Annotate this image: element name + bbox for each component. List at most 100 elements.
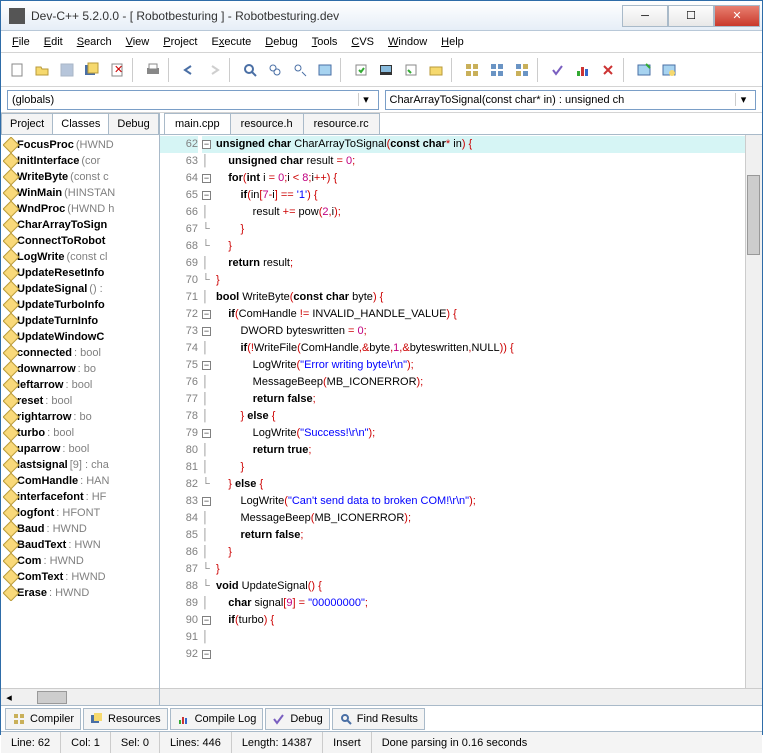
class-item[interactable]: ComText : HWND xyxy=(3,569,157,585)
menu-tools[interactable]: Tools xyxy=(305,33,345,51)
class-item[interactable]: BaudText : HWN xyxy=(3,537,157,553)
class-item[interactable]: turbo : bool xyxy=(3,425,157,441)
class-item[interactable]: reset : bool xyxy=(3,393,157,409)
h-scrollbar[interactable]: ◂ xyxy=(1,688,159,705)
menu-project[interactable]: Project xyxy=(156,33,204,51)
rebuild-icon[interactable] xyxy=(424,58,448,82)
save-all-icon[interactable] xyxy=(80,58,104,82)
menu-view[interactable]: View xyxy=(119,33,157,51)
window-title: Dev-C++ 5.2.0.0 - [ Robotbesturing ] - R… xyxy=(31,9,622,23)
status-lines: Lines: 446 xyxy=(160,732,232,753)
scope-value: (globals) xyxy=(12,94,54,106)
find-next-icon[interactable] xyxy=(288,58,312,82)
class-item[interactable]: Baud : HWND xyxy=(3,521,157,537)
class-item[interactable]: FocusProc (HWND xyxy=(3,137,157,153)
close-button[interactable]: ✕ xyxy=(714,5,760,27)
class-item[interactable]: ComHandle : HAN xyxy=(3,473,157,489)
class-item[interactable]: ConnectToRobot xyxy=(3,233,157,249)
class-item[interactable]: UpdateSignal () : xyxy=(3,281,157,297)
profile-icon[interactable] xyxy=(571,58,595,82)
bottom-tab-find-results[interactable]: Find Results xyxy=(332,708,425,730)
left-tab-classes[interactable]: Classes xyxy=(52,113,109,134)
grid2-icon[interactable] xyxy=(485,58,509,82)
menu-window[interactable]: Window xyxy=(381,33,434,51)
class-item[interactable]: WndProc (HWND h xyxy=(3,201,157,217)
left-tabs: ProjectClassesDebug xyxy=(1,113,159,135)
compile-run-icon[interactable] xyxy=(399,58,423,82)
menu-edit[interactable]: Edit xyxy=(37,33,70,51)
menu-debug[interactable]: Debug xyxy=(258,33,304,51)
find-icon[interactable] xyxy=(238,58,262,82)
class-item[interactable]: WriteByte (const c xyxy=(3,169,157,185)
titlebar: Dev-C++ 5.2.0.0 - [ Robotbesturing ] - R… xyxy=(1,1,762,31)
app-icon xyxy=(9,8,25,24)
code-area[interactable]: 6263646566676869707172737475767778798081… xyxy=(160,135,762,688)
file-tab[interactable]: main.cpp xyxy=(164,113,231,134)
class-item[interactable]: logfont : HFONT xyxy=(3,505,157,521)
compile-icon[interactable] xyxy=(349,58,373,82)
v-scrollbar[interactable] xyxy=(745,135,762,688)
grid3-icon[interactable] xyxy=(510,58,534,82)
class-item[interactable]: WinMain (HINSTAN xyxy=(3,185,157,201)
maximize-button[interactable]: ☐ xyxy=(668,5,714,27)
grid1-icon[interactable] xyxy=(460,58,484,82)
menu-help[interactable]: Help xyxy=(434,33,471,51)
delete-icon[interactable] xyxy=(596,58,620,82)
open-icon[interactable] xyxy=(30,58,54,82)
scope-dropdown[interactable]: (globals) ▾ xyxy=(7,90,379,110)
class-item[interactable]: uparrow : bool xyxy=(3,441,157,457)
options-icon[interactable] xyxy=(657,58,681,82)
undo-icon[interactable] xyxy=(177,58,201,82)
code-content[interactable]: unsigned char CharArrayToSignal(const ch… xyxy=(216,135,745,688)
class-item[interactable]: rightarrow : bo xyxy=(3,409,157,425)
replace-icon[interactable] xyxy=(263,58,287,82)
class-item[interactable]: UpdateTurnInfo xyxy=(3,313,157,329)
class-item[interactable]: UpdateResetInfo xyxy=(3,265,157,281)
run-icon[interactable] xyxy=(374,58,398,82)
chevron-down-icon: ▾ xyxy=(358,93,374,106)
status-sel: Sel: 0 xyxy=(111,732,160,753)
class-list[interactable]: FocusProc (HWNDInitInterface (corWriteBy… xyxy=(1,135,159,688)
status-msg: Done parsing in 0.16 seconds xyxy=(372,732,762,753)
new-icon[interactable] xyxy=(5,58,29,82)
menu-file[interactable]: File xyxy=(5,33,37,51)
bottom-tab-compiler[interactable]: Compiler xyxy=(5,708,81,730)
menu-cvs[interactable]: CVS xyxy=(344,33,381,51)
close-file-icon[interactable]: ✕ xyxy=(105,58,129,82)
class-item[interactable]: InitInterface (cor xyxy=(3,153,157,169)
redo-icon[interactable] xyxy=(202,58,226,82)
goto-icon[interactable] xyxy=(313,58,337,82)
new-window-icon[interactable] xyxy=(632,58,656,82)
class-item[interactable]: connected : bool xyxy=(3,345,157,361)
left-tab-debug[interactable]: Debug xyxy=(108,113,158,134)
bottom-tab-compile-log[interactable]: Compile Log xyxy=(170,708,264,730)
menu-search[interactable]: Search xyxy=(70,33,119,51)
class-item[interactable]: lastsignal [9] : cha xyxy=(3,457,157,473)
function-dropdown[interactable]: CharArrayToSignal(const char* in) : unsi… xyxy=(385,90,757,110)
bottom-tab-debug[interactable]: Debug xyxy=(265,708,329,730)
file-tab[interactable]: resource.h xyxy=(230,113,304,134)
class-item[interactable]: UpdateWindowC xyxy=(3,329,157,345)
save-icon[interactable] xyxy=(55,58,79,82)
menu-execute[interactable]: Execute xyxy=(205,33,259,51)
class-item[interactable]: leftarrow : bool xyxy=(3,377,157,393)
status-insert: Insert xyxy=(323,732,372,753)
class-item[interactable]: UpdateTurboInfo xyxy=(3,297,157,313)
class-item[interactable]: Com : HWND xyxy=(3,553,157,569)
dropdown-row: (globals) ▾ CharArrayToSignal(const char*… xyxy=(1,87,762,113)
status-length: Length: 14387 xyxy=(232,732,323,753)
class-item[interactable]: LogWrite (const cl xyxy=(3,249,157,265)
file-tab[interactable]: resource.rc xyxy=(303,113,380,134)
print-icon[interactable] xyxy=(141,58,165,82)
class-item[interactable]: Erase : HWND xyxy=(3,585,157,601)
fold-column[interactable]: −│−−│└└│└│−−│−│││−││└−│││└└│−│− xyxy=(202,135,216,688)
bottom-tab-resources[interactable]: Resources xyxy=(83,708,168,730)
class-item[interactable]: interfacefont : HF xyxy=(3,489,157,505)
left-tab-project[interactable]: Project xyxy=(1,113,53,134)
minimize-button[interactable]: ─ xyxy=(622,5,668,27)
class-item[interactable]: CharArrayToSign xyxy=(3,217,157,233)
menubar: FileEditSearchViewProjectExecuteDebugToo… xyxy=(1,31,762,53)
debug-check-icon[interactable] xyxy=(546,58,570,82)
class-item[interactable]: downarrow : bo xyxy=(3,361,157,377)
h-scrollbar[interactable] xyxy=(160,688,762,705)
